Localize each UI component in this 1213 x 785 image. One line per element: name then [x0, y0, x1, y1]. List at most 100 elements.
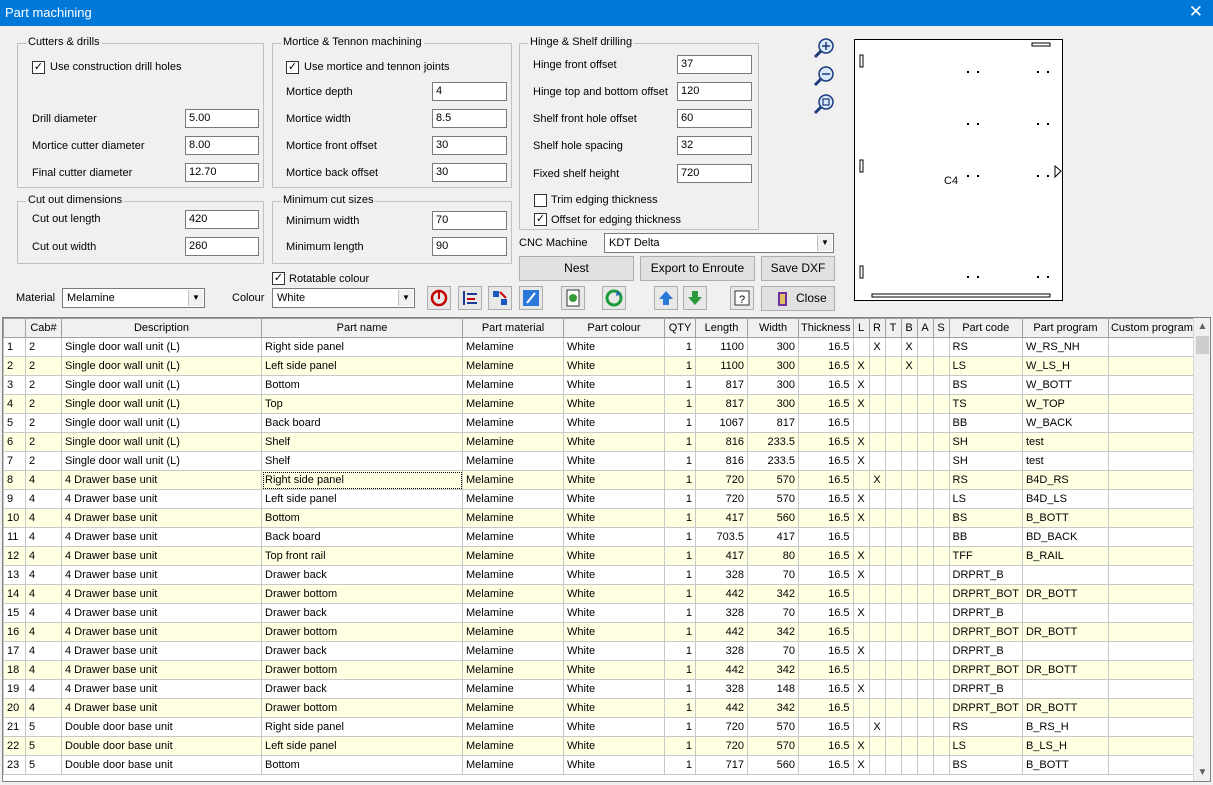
table-cell[interactable]: X: [868, 717, 886, 737]
table-row[interactable]: 4 2 Single door wall unit (L) Top Melamine Wh…: [3, 394, 1196, 414]
column-header[interactable]: QTY: [664, 318, 696, 338]
table-cell[interactable]: DRPRT_B: [948, 641, 1023, 661]
table-cell[interactable]: [1107, 565, 1196, 585]
table-cell[interactable]: [884, 337, 902, 357]
column-header[interactable]: Cab#: [25, 318, 62, 338]
table-row[interactable]: 944 Drawer base unit Left side panel Melam…: [3, 489, 1196, 509]
table-cell[interactable]: RS: [948, 337, 1023, 357]
table-cell[interactable]: X: [852, 641, 870, 661]
table-cell[interactable]: Melamine: [462, 698, 564, 718]
table-row[interactable]: 23 5 Double door base unit Bottom Melamine Wh…: [3, 755, 1196, 775]
table-cell[interactable]: [1107, 527, 1196, 547]
table-row[interactable]: 14 4 4 Drawer base unit Drawer bottom Melami…: [3, 584, 1196, 604]
table-cell[interactable]: X: [852, 565, 870, 585]
column-header[interactable]: B: [900, 318, 918, 338]
table-cell[interactable]: White: [563, 489, 665, 509]
table-cell[interactable]: [916, 527, 934, 547]
table-cell[interactable]: X: [852, 603, 870, 623]
table-cell[interactable]: 1: [664, 375, 696, 395]
table-cell[interactable]: [852, 660, 870, 680]
table-cell[interactable]: 4 Drawer base unit: [61, 489, 262, 509]
table-cell[interactable]: [1107, 679, 1196, 699]
table-cell[interactable]: Top front rail: [261, 546, 463, 566]
table-cell[interactable]: [868, 698, 886, 718]
table-cell[interactable]: TS: [948, 394, 1023, 414]
table-cell[interactable]: Melamine: [462, 337, 564, 357]
table-cell[interactable]: Melamine: [462, 622, 564, 642]
table-cell[interactable]: 4 Drawer base unit: [61, 603, 262, 623]
table-cell[interactable]: White: [563, 546, 665, 566]
table-cell[interactable]: 16.5: [798, 698, 854, 718]
table-cell[interactable]: [932, 679, 950, 699]
table-cell[interactable]: [1107, 660, 1196, 680]
table-cell[interactable]: [1107, 584, 1196, 604]
table-cell[interactable]: [868, 451, 886, 471]
table-cell[interactable]: [932, 546, 950, 566]
table-cell[interactable]: Single door wall unit (L): [61, 337, 262, 357]
table-cell[interactable]: [916, 489, 934, 509]
table-row[interactable]: 12 4 4 Drawer base unit Top front rail Melam…: [3, 546, 1196, 566]
table-cell[interactable]: Left side panel: [261, 489, 463, 509]
table-cell[interactable]: White: [563, 622, 665, 642]
table-cell[interactable]: [1107, 755, 1196, 775]
table-cell[interactable]: Single door wall unit (L): [61, 375, 262, 395]
table-cell[interactable]: 417: [695, 546, 748, 566]
table-cell[interactable]: White: [563, 375, 665, 395]
table-cell[interactable]: [1021, 679, 1109, 699]
table-cell[interactable]: test: [1021, 432, 1109, 452]
table-row[interactable]: 21 5 Double door base unit Right side panel…: [3, 717, 1196, 737]
table-cell[interactable]: 570: [747, 736, 799, 756]
table-cell[interactable]: [884, 622, 902, 642]
table-cell[interactable]: Single door wall unit (L): [61, 413, 262, 433]
table-cell[interactable]: Melamine: [462, 394, 564, 414]
table-cell[interactable]: [900, 565, 918, 585]
table-cell[interactable]: [1107, 546, 1196, 566]
table-cell[interactable]: White: [563, 641, 665, 661]
table-cell[interactable]: 5: [25, 736, 62, 756]
table-cell[interactable]: 720: [695, 736, 748, 756]
table-cell[interactable]: Melamine: [462, 565, 564, 585]
table-cell[interactable]: 1: [664, 508, 696, 528]
table-cell[interactable]: [884, 698, 902, 718]
column-header[interactable]: L: [852, 318, 870, 338]
table-cell[interactable]: 16.5: [798, 546, 854, 566]
table-cell[interactable]: [932, 641, 950, 661]
table-cell[interactable]: BD_BACK: [1021, 527, 1109, 547]
table-cell[interactable]: 4 Drawer base unit: [61, 470, 262, 490]
table-cell[interactable]: LS: [948, 489, 1023, 509]
table-cell[interactable]: [1107, 641, 1196, 661]
table-cell[interactable]: 1: [664, 660, 696, 680]
table-cell[interactable]: Double door base unit: [61, 736, 262, 756]
table-cell[interactable]: TFF: [948, 546, 1023, 566]
table-cell[interactable]: 1: [664, 755, 696, 775]
table-cell[interactable]: 1: [664, 565, 696, 585]
reset-button[interactable]: [427, 286, 451, 310]
table-cell[interactable]: White: [563, 584, 665, 604]
table-cell[interactable]: 816: [695, 432, 748, 452]
table-cell[interactable]: 4: [25, 565, 62, 585]
table-cell[interactable]: [900, 413, 918, 433]
table-cell[interactable]: 442: [695, 698, 748, 718]
cutout-length-field[interactable]: 420: [185, 210, 259, 229]
use-drill-holes-checkbox[interactable]: ✓: [32, 61, 45, 74]
table-cell[interactable]: X: [852, 356, 870, 376]
table-cell[interactable]: 4: [25, 546, 62, 566]
table-cell[interactable]: [900, 698, 918, 718]
table-cell[interactable]: [900, 470, 918, 490]
table-cell[interactable]: 2: [25, 432, 62, 452]
table-cell[interactable]: X: [852, 736, 870, 756]
table-cell[interactable]: 1: [664, 432, 696, 452]
table-cell[interactable]: [868, 489, 886, 509]
table-cell[interactable]: [884, 489, 902, 509]
mortice-back-offset-field[interactable]: 30: [432, 163, 507, 182]
table-cell[interactable]: 16.5: [798, 413, 854, 433]
table-cell[interactable]: 80: [747, 546, 799, 566]
table-cell[interactable]: 16.5: [798, 603, 854, 623]
table-cell[interactable]: [884, 641, 902, 661]
vertical-scrollbar[interactable]: ▲ ▼: [1193, 318, 1210, 781]
table-cell[interactable]: 570: [747, 470, 799, 490]
table-cell[interactable]: Melamine: [462, 603, 564, 623]
table-cell[interactable]: [884, 755, 902, 775]
table-cell[interactable]: [868, 679, 886, 699]
parts-grid[interactable]: Cab# Description Part name Part material Par…: [2, 317, 1211, 782]
